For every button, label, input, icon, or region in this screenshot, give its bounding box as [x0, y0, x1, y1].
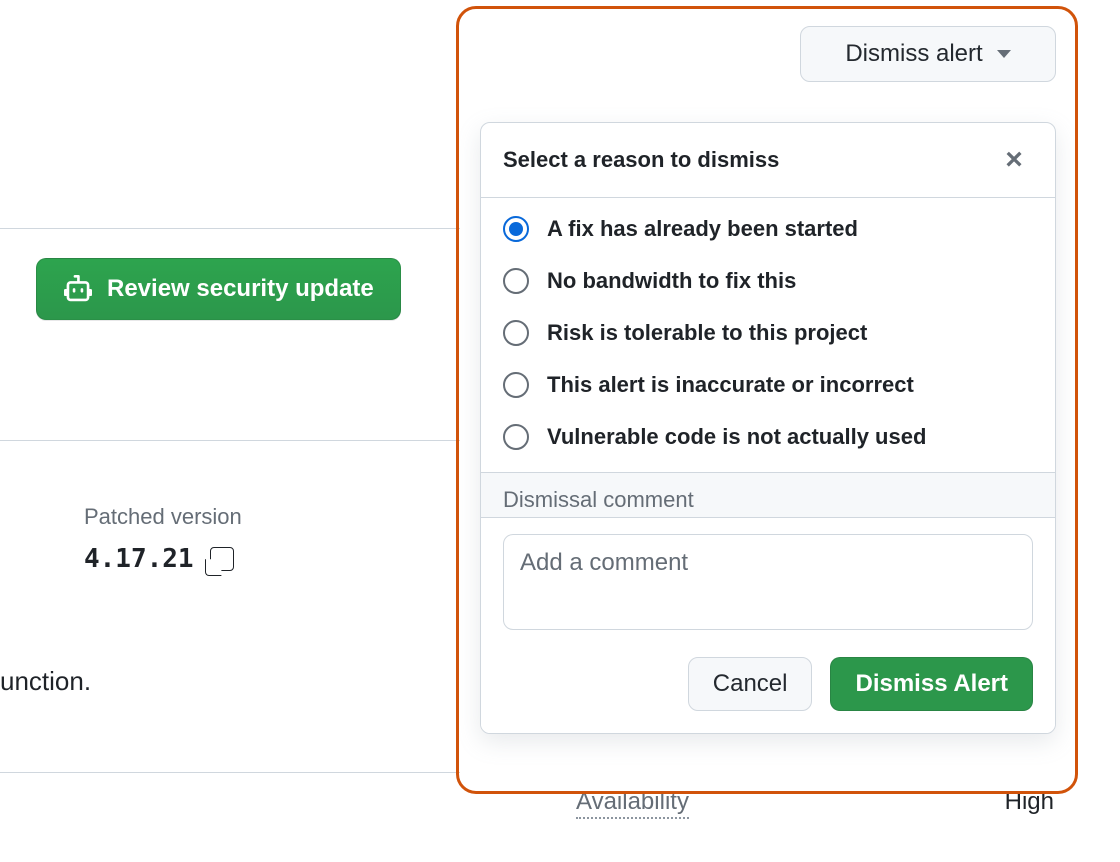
dismiss-reason-option-fix-started[interactable]: A fix has already been started	[503, 216, 1033, 242]
dependabot-icon	[63, 275, 93, 303]
close-icon[interactable]: ×	[995, 141, 1033, 179]
review-button-label: Review security update	[107, 275, 374, 303]
divider	[0, 440, 460, 441]
popover-title: Select a reason to dismiss	[503, 147, 779, 173]
availability-label: Availability	[576, 788, 689, 819]
divider	[0, 228, 460, 229]
reason-label: A fix has already been started	[547, 216, 858, 242]
divider	[0, 772, 460, 773]
dismiss-reason-option-inaccurate[interactable]: This alert is inaccurate or incorrect	[503, 372, 1033, 398]
popover-actions: Cancel Dismiss Alert	[481, 643, 1055, 733]
chevron-down-icon	[997, 50, 1011, 58]
dismiss-reason-option-no-bandwidth[interactable]: No bandwidth to fix this	[503, 268, 1033, 294]
patched-version-block: Patched version 4.17.21	[84, 504, 444, 574]
patched-version-value: 4.17.21	[84, 544, 194, 574]
background-partial: Review security update Patched version 4…	[0, 0, 440, 862]
dismiss-reason-option-code-not-used[interactable]: Vulnerable code is not actually used	[503, 424, 1033, 450]
dismiss-reason-popover: Select a reason to dismiss × A fix has a…	[480, 122, 1056, 734]
dismissal-comment-input[interactable]	[503, 534, 1033, 630]
patched-version-label: Patched version	[84, 504, 444, 530]
copy-icon[interactable]	[210, 547, 234, 571]
dismissal-comment-section: Dismissal comment	[481, 472, 1055, 517]
radio-icon	[503, 424, 529, 450]
radio-icon	[503, 320, 529, 346]
dismiss-alert-label: Dismiss alert	[845, 40, 982, 68]
dismiss-reason-list: A fix has already been started No bandwi…	[481, 198, 1055, 472]
dismiss-reason-option-tolerable-risk[interactable]: Risk is tolerable to this project	[503, 320, 1033, 346]
dismiss-alert-confirm-button[interactable]: Dismiss Alert	[830, 657, 1033, 711]
dismiss-alert-dropdown-button[interactable]: Dismiss alert	[800, 26, 1056, 82]
review-security-update-button[interactable]: Review security update	[36, 258, 401, 320]
radio-icon	[503, 372, 529, 398]
radio-icon	[503, 216, 529, 242]
cvss-metric-row: Availability High	[576, 788, 1054, 819]
reason-label: No bandwidth to fix this	[547, 268, 796, 294]
comment-box-wrap	[481, 517, 1055, 643]
dismissal-comment-label: Dismissal comment	[481, 473, 1055, 517]
cancel-button[interactable]: Cancel	[688, 657, 813, 711]
reason-label: This alert is inaccurate or incorrect	[547, 372, 914, 398]
reason-label: Vulnerable code is not actually used	[547, 424, 926, 450]
popover-header: Select a reason to dismiss ×	[481, 123, 1055, 198]
availability-value: High	[1005, 788, 1054, 816]
reason-label: Risk is tolerable to this project	[547, 320, 867, 346]
truncated-text-fragment: unction.	[0, 666, 91, 697]
radio-icon	[503, 268, 529, 294]
